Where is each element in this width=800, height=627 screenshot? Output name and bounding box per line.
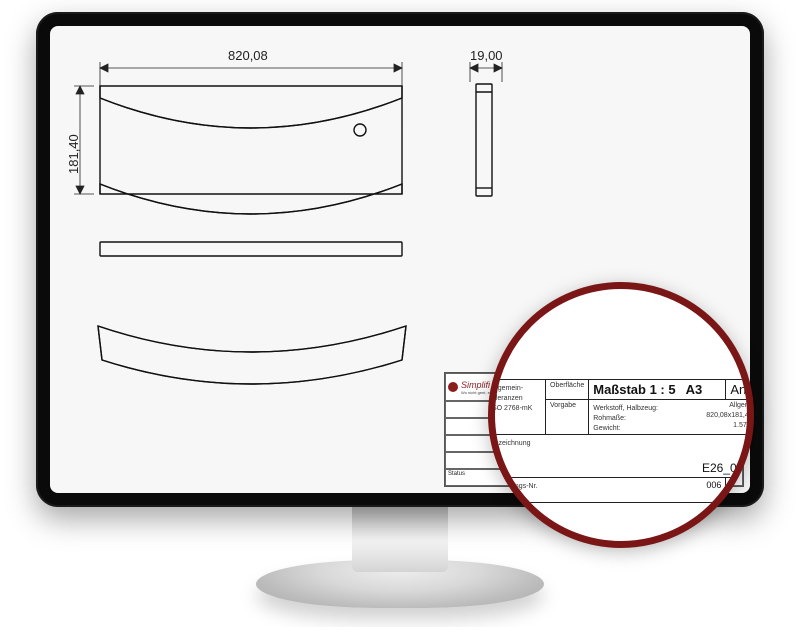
dim-width-label: 820,08 <box>228 48 268 63</box>
vorgabe-label: Vorgabe <box>546 400 589 435</box>
dim-height-label: 181,40 <box>66 134 81 174</box>
anza-label: Anza <box>726 380 754 400</box>
oberflaeche-label: Oberfläche <box>546 380 589 400</box>
magnifier-lens: Allgemein- toleranzen ISO 2768-mK Oberfl… <box>488 282 754 548</box>
blatt-label: Blatt: <box>730 483 746 490</box>
logo-text: Simplifi <box>461 380 490 390</box>
monitor-neck <box>352 502 448 572</box>
tolerances-label: Allgemein- toleranzen <box>490 385 523 402</box>
partno-value: E26_0_UK <box>490 461 754 475</box>
werkstoff-label: Werkstoff, Halbzeug: <box>593 405 658 412</box>
logo-mark-icon <box>448 382 458 392</box>
massstab-value: Maßstab 1 : 5 <box>593 382 675 397</box>
werkstoff-value: Allgemein <box>729 402 754 409</box>
bezeichnung-label: Bezeichnung <box>490 440 530 447</box>
format-value: A3 <box>686 382 703 397</box>
gewicht-value: 1.578 kg <box>733 422 754 429</box>
zeichnungsnr-label: Zeichnungs-Nr. <box>490 483 537 490</box>
rohmasse-value: 820,08x181,4x19 <box>706 412 754 419</box>
blatt-value: 1 <box>730 490 735 500</box>
dim-thickness-label: 19,00 <box>470 48 503 63</box>
gewicht-label: Gewicht: <box>593 425 620 432</box>
tolerances-value: ISO 2768-mK <box>490 405 532 412</box>
magnifier-content: Allgemein- toleranzen ISO 2768-mK Oberfl… <box>488 379 754 503</box>
rohmasse-label: Rohmaße: <box>593 415 626 422</box>
zeichnungsnr-value: 006 <box>706 480 721 490</box>
